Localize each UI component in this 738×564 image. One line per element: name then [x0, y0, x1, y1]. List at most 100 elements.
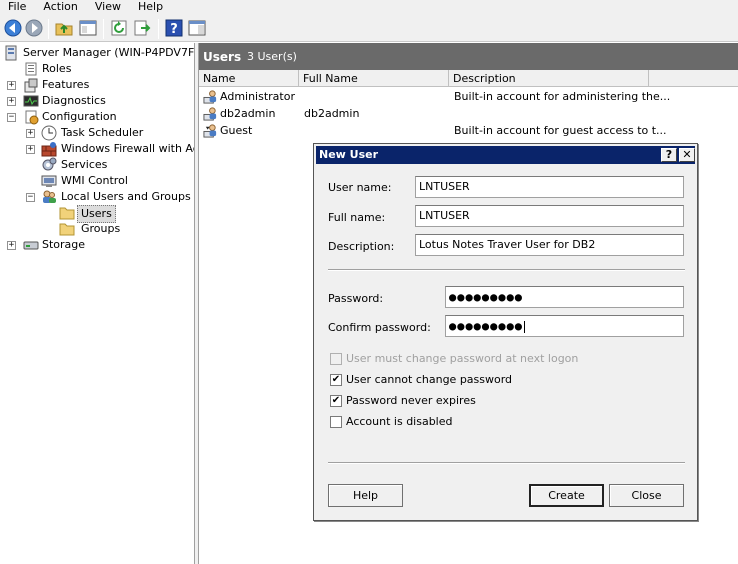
- user-disabled-icon: [203, 124, 217, 138]
- user-name: Guest: [220, 124, 253, 137]
- tree-item-configuration[interactable]: − Configuration: [0, 109, 194, 125]
- tree-label: WMI Control: [61, 174, 128, 187]
- confirm-password-field[interactable]: ●●●●●●●●●: [445, 315, 684, 337]
- export-list-icon[interactable]: [133, 19, 151, 37]
- menu-view[interactable]: View: [87, 0, 130, 15]
- tree-label: Features: [42, 78, 90, 91]
- diagnostics-icon: [23, 95, 39, 107]
- user-full-name: db2admin: [304, 107, 360, 120]
- services-gear-icon: [42, 157, 57, 171]
- expand-toggle[interactable]: +: [26, 145, 35, 154]
- collapse-toggle[interactable]: −: [7, 113, 16, 122]
- description-label: Description:: [328, 240, 395, 253]
- tree-item-task-scheduler[interactable]: + Task Scheduler: [0, 125, 194, 141]
- users-group-icon: [43, 190, 56, 203]
- tree-item-local-users-and-groups[interactable]: − Local Users and Groups: [0, 189, 194, 205]
- menu-help[interactable]: Help: [130, 0, 172, 15]
- user-description: Built-in account for administering the..…: [454, 90, 671, 103]
- create-button[interactable]: Create: [529, 484, 604, 507]
- expand-toggle[interactable]: +: [7, 241, 16, 250]
- tree-item-windows-firewall[interactable]: + Windows Firewall with Adva: [0, 141, 194, 157]
- expand-toggle[interactable]: +: [7, 97, 16, 106]
- tree-item-features[interactable]: + Features: [0, 77, 194, 93]
- toolbar-separator: [103, 19, 104, 39]
- column-header-row: Name Full Name Description: [199, 70, 738, 87]
- table-row[interactable]: db2admin db2admin: [199, 105, 738, 122]
- action-pane-icon[interactable]: [188, 19, 206, 37]
- tree-label: Configuration: [42, 110, 117, 123]
- features-icon: [24, 78, 38, 93]
- divider: [328, 269, 685, 271]
- dialog-title: New User: [319, 148, 379, 161]
- dialog-title-bar[interactable]: New User ? ✕: [316, 146, 695, 164]
- folder-icon: [59, 223, 75, 236]
- divider: [328, 462, 685, 464]
- tree-label: Windows Firewall with Adva: [61, 142, 194, 155]
- configuration-icon: [25, 110, 39, 125]
- tree-item-wmi-control[interactable]: WMI Control: [0, 173, 194, 189]
- expand-toggle[interactable]: +: [7, 81, 16, 90]
- menu-file[interactable]: File: [0, 0, 35, 15]
- menu-action[interactable]: Action: [35, 0, 86, 15]
- tree-item-groups[interactable]: Groups: [0, 221, 194, 237]
- collapse-toggle[interactable]: −: [26, 193, 35, 202]
- user-name-field[interactable]: LNTUSER: [415, 176, 684, 198]
- table-row[interactable]: Administrator Built-in account for admin…: [199, 88, 738, 105]
- must-change-password-checkbox[interactable]: [330, 353, 342, 365]
- expand-toggle[interactable]: +: [26, 129, 35, 138]
- user-name: Administrator: [220, 90, 295, 103]
- tree-label: Roles: [42, 62, 72, 75]
- column-header-full-name[interactable]: Full Name: [299, 70, 449, 87]
- toolbar-separator: [48, 19, 49, 39]
- results-pane-header: Users 3 User(s): [199, 43, 738, 70]
- back-arrow-icon[interactable]: [4, 19, 22, 37]
- full-name-field[interactable]: LNTUSER: [415, 205, 684, 227]
- tree-item-storage[interactable]: + Storage: [0, 237, 194, 253]
- tree-label: Local Users and Groups: [61, 190, 191, 203]
- svg-text:?: ?: [170, 22, 178, 37]
- help-button[interactable]: Help: [328, 484, 403, 507]
- wmi-control-icon: [41, 175, 57, 187]
- tree-item-users[interactable]: Users: [0, 205, 194, 223]
- menu-bar: File Action View Help: [0, 0, 738, 15]
- folder-icon: [59, 207, 75, 220]
- table-row[interactable]: Guest Built-in account for guest access …: [199, 122, 738, 139]
- tree-item-server-manager[interactable]: Server Manager (WIN-P4PDV7FQJM: [0, 45, 194, 61]
- description-field[interactable]: Lotus Notes Traver User for DB2: [415, 234, 684, 256]
- forward-arrow-icon[interactable]: [25, 19, 43, 37]
- password-never-expires-checkbox[interactable]: ✔: [330, 395, 342, 407]
- account-disabled-checkbox[interactable]: [330, 416, 342, 428]
- confirm-password-label: Confirm password:: [328, 321, 431, 334]
- toolbar-separator: [158, 19, 159, 39]
- close-caption-button[interactable]: ✕: [679, 148, 695, 162]
- password-never-expires-label: Password never expires: [346, 394, 476, 407]
- column-header-description[interactable]: Description: [449, 70, 649, 87]
- refresh-icon[interactable]: [110, 19, 128, 37]
- show-hide-tree-icon[interactable]: [79, 19, 97, 37]
- tree-item-diagnostics[interactable]: + Diagnostics: [0, 93, 194, 109]
- tree-label: Storage: [42, 238, 86, 251]
- column-header-name[interactable]: Name: [199, 70, 299, 87]
- close-button[interactable]: Close: [609, 484, 684, 507]
- toolbar: ?: [0, 15, 738, 42]
- help-icon[interactable]: ?: [165, 19, 183, 37]
- tree-label: Task Scheduler: [61, 126, 144, 139]
- server-manager-icon: [5, 45, 17, 61]
- password-label: Password:: [328, 292, 384, 305]
- storage-icon: [23, 241, 39, 250]
- help-caption-button[interactable]: ?: [661, 148, 677, 162]
- tree-item-roles[interactable]: Roles: [0, 61, 194, 77]
- cannot-change-password-checkbox[interactable]: ✔: [330, 374, 342, 386]
- user-count: 3 User(s): [247, 50, 297, 63]
- navigation-tree: Server Manager (WIN-P4PDV7FQJM Roles + F…: [0, 43, 194, 564]
- full-name-label: Full name:: [328, 211, 386, 224]
- cannot-change-password-label: User cannot change password: [346, 373, 513, 386]
- new-user-dialog: New User ? ✕ User name: LNTUSER Full nam…: [313, 143, 698, 521]
- must-change-password-label: User must change password at next logon: [346, 352, 579, 365]
- tree-item-services[interactable]: Services: [0, 157, 194, 173]
- password-field[interactable]: ●●●●●●●●●: [445, 286, 684, 308]
- account-disabled-label: Account is disabled: [346, 415, 453, 428]
- text-caret: [524, 320, 526, 333]
- tree-label: Groups: [81, 222, 121, 235]
- up-folder-icon[interactable]: [55, 19, 73, 37]
